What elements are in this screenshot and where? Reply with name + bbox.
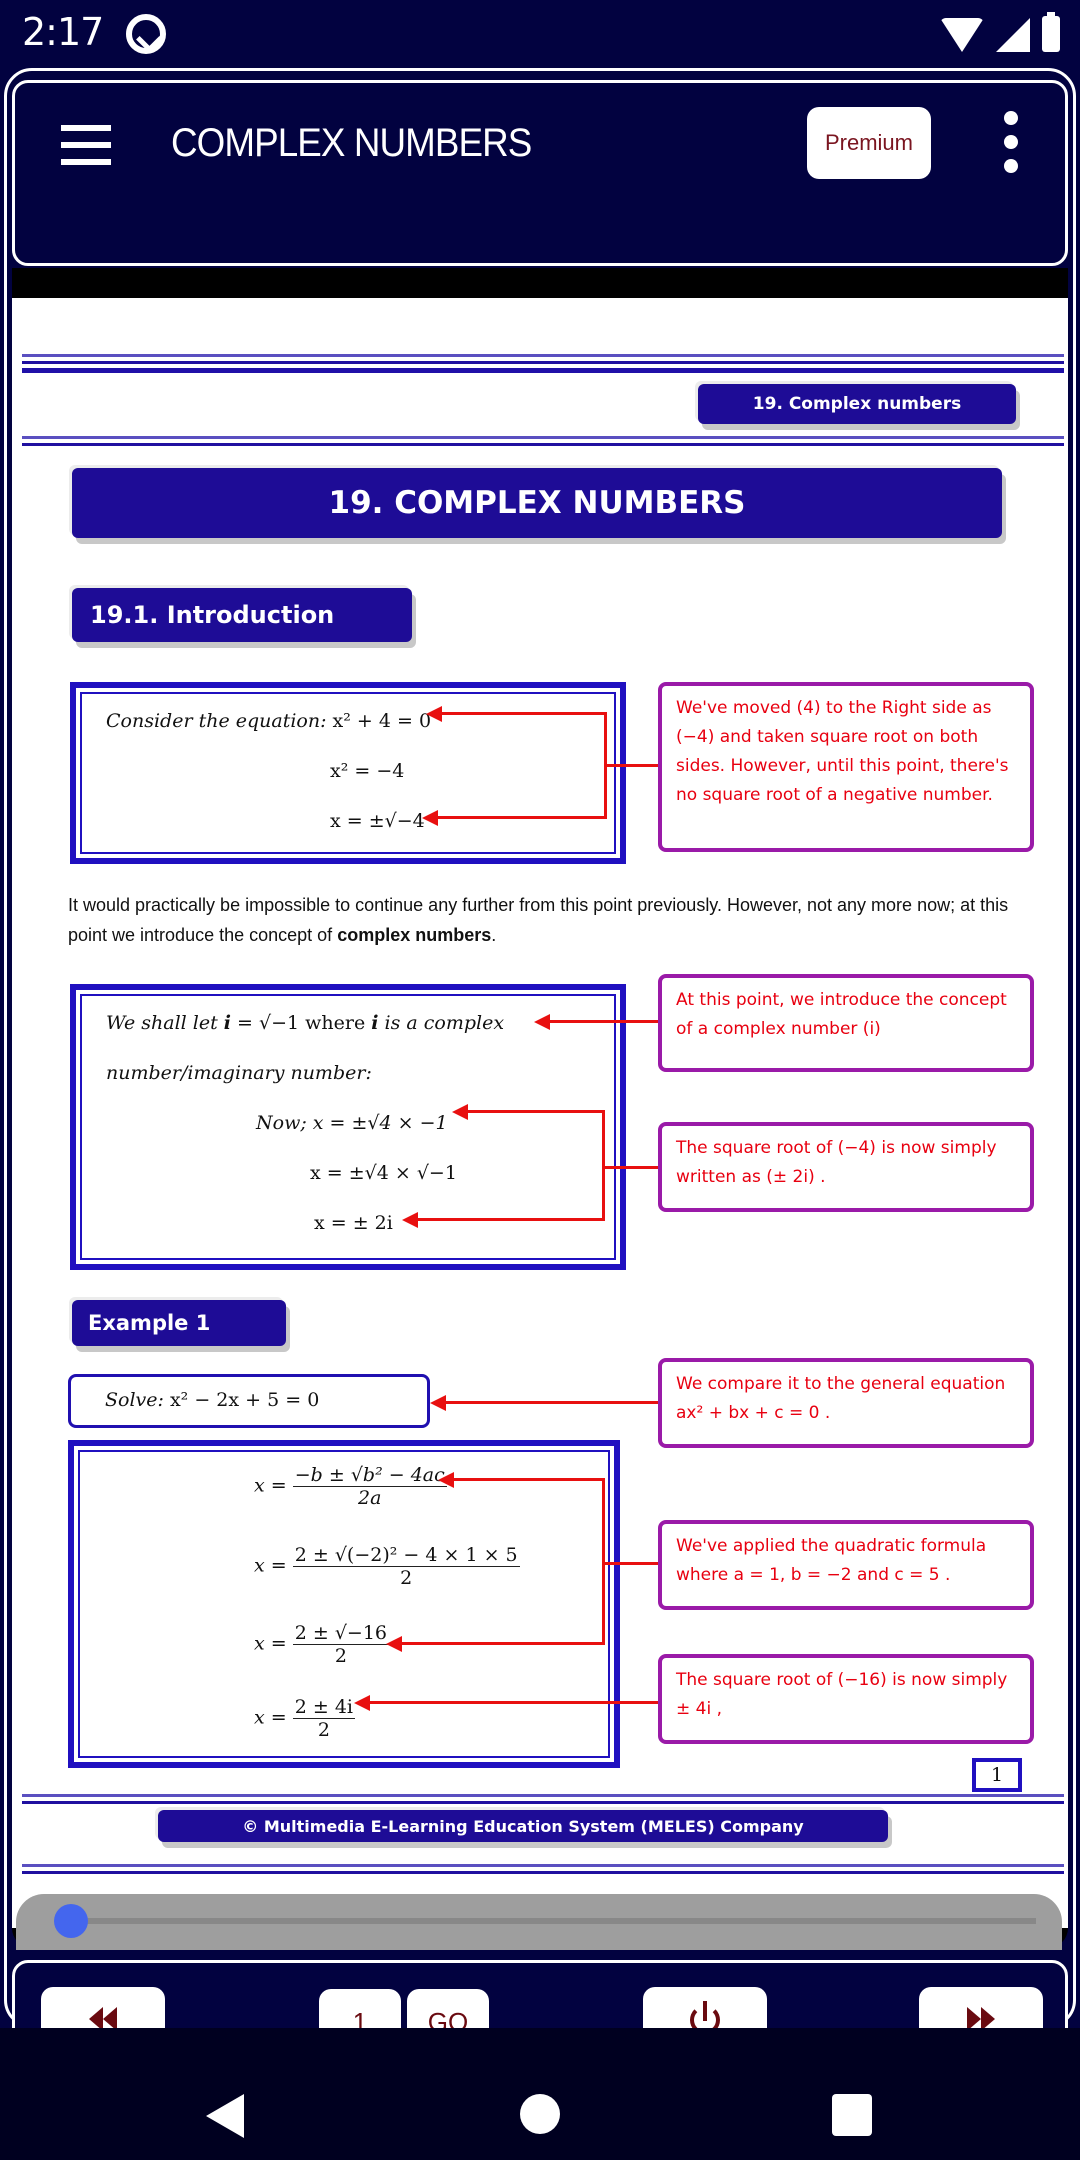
home-icon[interactable] [520, 2094, 560, 2134]
arrowhead-icon [438, 1472, 454, 1488]
page-number: 1 [972, 1758, 1022, 1792]
kebab-icon[interactable] [999, 111, 1023, 175]
box2-line3: Now; x = ±√4 × −1 [256, 1112, 448, 1134]
box2-text: We shall let [106, 1012, 224, 1034]
box1-line2: x² = −4 [330, 760, 405, 782]
arrow-line [448, 1478, 604, 1481]
math-box-quadratic: x = −b ± √b² − 4ac 2a x = 2 ± √(−2)² − 4 … [68, 1440, 620, 1768]
solve-box: Solve: x² − 2x + 5 = 0 [68, 1374, 430, 1428]
arrowhead-icon [402, 1212, 418, 1228]
hamburger-icon[interactable] [61, 125, 111, 165]
recents-icon[interactable] [832, 2094, 872, 2136]
q-app-icon [126, 14, 166, 54]
section-title: 19.1. Introduction [72, 588, 412, 642]
frac-denominator: 2 [400, 1567, 413, 1589]
note-general-equation: We compare it to the general equation ax… [658, 1358, 1034, 1448]
paragraph-bold: complex numbers [337, 925, 492, 945]
formula-step-4: x = 2 ± 4i 2 [254, 1696, 355, 1741]
lhs: x = [254, 1554, 287, 1577]
arrow-line [440, 1401, 666, 1404]
status-time: 2:17 [22, 10, 104, 54]
arrow-line [546, 1020, 666, 1023]
box1-line1-math: x² + 4 = 0 [332, 710, 432, 732]
solve-equation: x² − 2x + 5 = 0 [169, 1389, 320, 1411]
arrow-line [436, 712, 606, 715]
frac-denominator: 2 [317, 1719, 330, 1741]
arrow-line [412, 1218, 604, 1221]
box2-line5: x = ± 2i [314, 1212, 393, 1234]
arrowhead-icon [354, 1695, 370, 1711]
formula-step-2: x = 2 ± √(−2)² − 4 × 1 × 52 [254, 1544, 520, 1589]
paragraph-end: . [491, 925, 497, 945]
chapter-title: 19. COMPLEX NUMBERS [72, 468, 1002, 538]
arrow-connector [604, 764, 666, 767]
slider-track[interactable] [56, 1918, 1036, 1924]
box2-sqrt: = √−1 where [231, 1012, 372, 1034]
arrow-line [396, 1642, 604, 1645]
box1-line1: Consider the equation: x² + 4 = 0 [106, 710, 431, 732]
arrowhead-icon [386, 1636, 402, 1652]
example-label: Example 1 [72, 1300, 286, 1346]
divider-top [22, 354, 1064, 373]
lhs: x = [254, 1632, 287, 1655]
app-frame: COMPLEX NUMBERS Premium 19. Complex numb… [0, 66, 1080, 2088]
frac-denominator: 2a [358, 1487, 382, 1509]
frac-numerator: 2 ± √(−2)² − 4 × 1 × 5 [292, 1544, 520, 1567]
app-header: COMPLEX NUMBERS Premium [12, 80, 1068, 266]
paragraph-text: It would practically be impossible to co… [68, 895, 1009, 945]
status-icons [940, 12, 1060, 52]
intro-paragraph: It would practically be impossible to co… [68, 890, 1028, 950]
arrowhead-icon [452, 1104, 468, 1120]
divider-under-breadcrumb [22, 436, 1064, 446]
arrow-line [432, 816, 606, 819]
frac-denominator: 2 [334, 1645, 347, 1667]
system-nav-bar [0, 2028, 1080, 2160]
note-sqrt-minus-sixteen: The square root of (−16) is now simply ±… [658, 1654, 1034, 1744]
slider-thumb[interactable] [54, 1904, 88, 1938]
note-quadratic-formula: We've applied the quadratic formula wher… [658, 1520, 1034, 1610]
back-icon[interactable] [206, 2094, 244, 2138]
frac-numerator: 2 ± √−16 [292, 1622, 390, 1645]
breadcrumb: 19. Complex numbers [698, 384, 1016, 424]
box2-line1: We shall let i = √−1 where i is a comple… [106, 1012, 504, 1034]
copyright-footer: © Multimedia E-Learning Education System… [158, 1810, 888, 1842]
wifi-icon [940, 18, 984, 52]
arrowhead-icon [426, 706, 442, 722]
battery-icon [1042, 12, 1060, 52]
math-box-intro: Consider the equation: x² + 4 = 0 x² = −… [70, 682, 626, 864]
content-top-strip [12, 268, 1068, 298]
app-title: COMPLEX NUMBERS [171, 121, 532, 165]
frac-numerator: 2 ± 4i [292, 1696, 355, 1719]
page-slider[interactable] [16, 1894, 1062, 1950]
box2-text2: is a complex [378, 1012, 505, 1034]
arrow-line [462, 1110, 604, 1113]
note-sqrt-minus-four: The square root of (−4) is now simply wr… [658, 1122, 1034, 1212]
formula-step-1: x = −b ± √b² − 4ac 2a [254, 1464, 447, 1509]
arrow-connector [602, 1166, 666, 1169]
box1-line3: x = ±√−4 [330, 810, 425, 832]
arrow-line [364, 1701, 666, 1704]
box2-line2: number/imaginary number: [106, 1062, 372, 1084]
arrowhead-icon [534, 1014, 550, 1030]
premium-button[interactable]: Premium [807, 107, 931, 179]
box2-line4: x = ±√4 × √−1 [310, 1162, 457, 1184]
note-introduce-i: At this point, we introduce the concept … [658, 974, 1034, 1072]
divider-footer-top [22, 1794, 1064, 1804]
status-bar: 2:17 [0, 0, 1080, 66]
document-page[interactable]: 19. Complex numbers 19. COMPLEX NUMBERS … [12, 298, 1068, 1928]
solve-label: Solve: [105, 1389, 164, 1411]
signal-icon [996, 18, 1030, 52]
lhs: x = [254, 1706, 287, 1729]
arrowhead-icon [430, 1395, 446, 1411]
divider-footer-bottom [22, 1864, 1064, 1874]
box1-line1-text: Consider the equation: [106, 710, 327, 732]
frac-numerator: −b ± √b² − 4ac [292, 1464, 447, 1487]
lhs: x = [254, 1474, 287, 1497]
arrowhead-icon [422, 810, 438, 826]
note-moved-four: We've moved (4) to the Right side as (−4… [658, 682, 1034, 852]
formula-step-3: x = 2 ± √−16 2 [254, 1622, 390, 1667]
box2-i: i [223, 1012, 231, 1034]
arrow-connector [602, 1562, 666, 1565]
solve-line: Solve: x² − 2x + 5 = 0 [105, 1389, 319, 1411]
